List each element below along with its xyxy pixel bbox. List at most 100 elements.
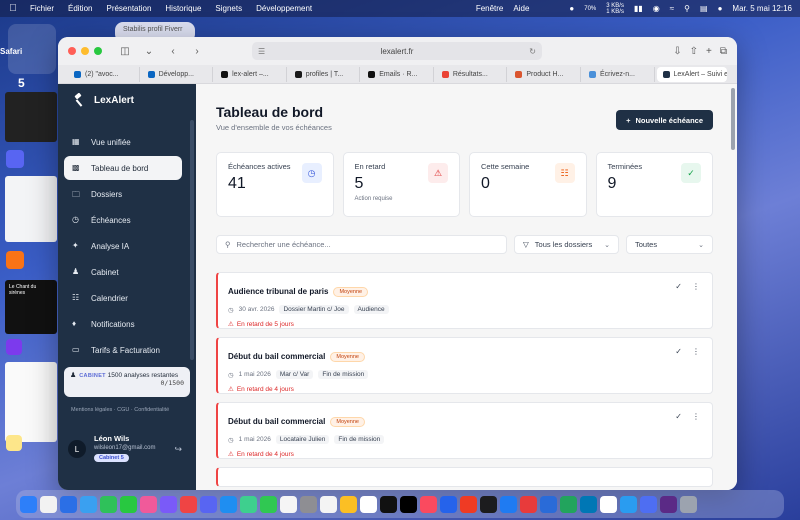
sidebar-item-tarifs-facturation[interactable]: ▭ Tarifs & Facturation xyxy=(64,338,182,362)
credits-card[interactable]: ♟ CABINET 1500 analyses restantes 0/1500 xyxy=(64,367,190,397)
complete-icon[interactable]: ✓ xyxy=(675,412,682,421)
complete-icon[interactable]: ✓ xyxy=(675,347,682,356)
browser-tab[interactable]: Product H... xyxy=(509,66,581,82)
sidebar-item-analyse-ia[interactable]: ✦ Analyse IA xyxy=(64,234,182,258)
sidebar-item-calendrier[interactable]: ☷ Calendrier xyxy=(64,286,182,310)
menu-signets[interactable]: Signets xyxy=(215,4,242,13)
notes-icon[interactable] xyxy=(6,435,22,451)
menu-fichier[interactable]: Fichier xyxy=(30,4,54,13)
mic-icon[interactable]: ◉ xyxy=(653,4,660,13)
dock-app-icon[interactable] xyxy=(400,495,417,513)
folder-chip[interactable]: Dossier Martin c/ Joe xyxy=(279,305,349,314)
browser-tab[interactable]: Développ... xyxy=(142,66,214,82)
dock-app-icon[interactable] xyxy=(560,495,577,513)
status-filter[interactable]: Toutes ⌄ xyxy=(626,235,713,254)
menu-edition[interactable]: Édition xyxy=(68,4,92,13)
new-deadline-button[interactable]: + Nouvelle échéance xyxy=(616,110,713,130)
dock-app-icon[interactable] xyxy=(160,495,177,513)
spotlight-icon[interactable]: ⚲ xyxy=(684,4,690,13)
stat-card[interactable]: Cette semaine 0 ☷ xyxy=(469,152,587,217)
forward-icon[interactable]: › xyxy=(188,43,206,59)
site-settings-icon[interactable]: ☰ xyxy=(258,47,265,56)
terminal-thumbnail[interactable] xyxy=(5,92,57,142)
back-icon[interactable]: ‹ xyxy=(164,43,182,59)
menu-aide[interactable]: Aide xyxy=(513,4,529,13)
dock-app-icon[interactable] xyxy=(60,495,77,513)
menu-historique[interactable]: Historique xyxy=(165,4,201,13)
stat-card[interactable]: Terminées 9 ✓ xyxy=(595,152,713,217)
browser-tab[interactable]: (2) "avoc... xyxy=(68,66,140,82)
dock-app-icon[interactable] xyxy=(300,495,317,513)
dock-app-icon[interactable] xyxy=(320,495,337,513)
document-thumbnail-2[interactable] xyxy=(5,362,57,442)
document-thumbnail[interactable] xyxy=(5,176,57,242)
folder-filter[interactable]: ▽ Tous les dossiers ⌄ xyxy=(514,235,619,254)
apple-icon[interactable]:  xyxy=(8,3,18,14)
menu-developpement[interactable]: Développement xyxy=(256,4,312,13)
browser-tab[interactable]: Résultats... xyxy=(436,66,508,82)
stat-card[interactable]: En retard 5 Action requise ⚠ xyxy=(342,152,460,217)
dock-app-icon[interactable] xyxy=(220,495,237,513)
more-icon[interactable]: ⋮ xyxy=(692,412,700,421)
sidebar-item-vue-unifi-e[interactable]: ▦ Vue unifiée xyxy=(64,130,182,154)
sidebar-item-cabinet[interactable]: ♟ Cabinet xyxy=(64,260,182,284)
dock-app-icon[interactable] xyxy=(460,495,477,513)
minimize-button[interactable] xyxy=(81,47,89,55)
battery-icon[interactable]: ▮▮ xyxy=(634,4,643,13)
dock-app-icon[interactable] xyxy=(420,495,437,513)
wifi-icon[interactable]: ≈ xyxy=(670,4,674,13)
address-text[interactable]: lexalert.fr xyxy=(381,47,414,56)
dock-app-icon[interactable] xyxy=(120,495,137,513)
chevron-down-icon[interactable]: ⌄ xyxy=(140,43,158,59)
dock-app-icon[interactable] xyxy=(380,495,397,513)
more-icon[interactable]: ⋮ xyxy=(692,282,700,291)
dock-app-icon[interactable] xyxy=(140,495,157,513)
dock-app-icon[interactable] xyxy=(360,495,377,513)
legal-links[interactable]: Mentions légales · CGU · Confidentialité xyxy=(71,407,169,413)
stat-card[interactable]: Échéances actives 41 ◷ xyxy=(216,152,334,217)
deadline-row[interactable]: Audience tribunal de paris Moyenne ◷ 30 a… xyxy=(216,272,713,329)
dock-app-icon[interactable] xyxy=(100,495,117,513)
app-icon-orange[interactable] xyxy=(6,251,24,269)
dock-app-icon[interactable] xyxy=(200,495,217,513)
browser-tab[interactable]: Écrivez-n... xyxy=(583,66,655,82)
dock-app-icon[interactable] xyxy=(480,495,497,513)
dock-app-icon[interactable] xyxy=(500,495,517,513)
app-menu-icon[interactable]: ● xyxy=(569,4,574,13)
sidebar-item-tableau-de-bord[interactable]: ▩ Tableau de bord xyxy=(64,156,182,180)
complete-icon[interactable]: ✓ xyxy=(675,282,682,291)
user-profile[interactable]: L Léon Wils wilsleon17@gmail.com Cabinet… xyxy=(68,434,186,462)
dock-app-icon[interactable] xyxy=(540,495,557,513)
download-icon[interactable]: ⇩ xyxy=(673,46,681,57)
search-input[interactable]: ⚲ Rechercher une échéance... xyxy=(216,235,507,254)
menu-fenetre[interactable]: Fenêtre xyxy=(476,4,504,13)
dock-app-icon[interactable] xyxy=(40,495,57,513)
dock-app-icon[interactable] xyxy=(620,495,637,513)
fullscreen-button[interactable] xyxy=(94,47,102,55)
brand[interactable]: LexAlert xyxy=(58,84,196,116)
deadline-row[interactable]: Début du bail commercial Moyenne ◷ 1 mai … xyxy=(216,337,713,394)
deadline-row[interactable] xyxy=(216,467,713,487)
logout-icon[interactable]: ↪ xyxy=(174,444,182,455)
siri-icon[interactable]: ● xyxy=(718,4,723,13)
dock-app-icon[interactable] xyxy=(280,495,297,513)
dock-app-icon[interactable] xyxy=(440,495,457,513)
app-icon-purple[interactable] xyxy=(6,339,22,355)
dock-app-icon[interactable] xyxy=(80,495,97,513)
dock-app-icon[interactable] xyxy=(20,495,37,513)
sidebar-item-notifications[interactable]: ♦ Notifications xyxy=(64,312,182,336)
dock-app-icon[interactable] xyxy=(600,495,617,513)
deadline-row[interactable]: Début du bail commercial Moyenne ◷ 1 mai … xyxy=(216,402,713,459)
sidebar-toggle-icon[interactable]: ◫ xyxy=(116,43,134,59)
menu-presentation[interactable]: Présentation xyxy=(106,4,151,13)
new-tab-icon[interactable]: + xyxy=(706,46,712,57)
sidebar-item-dossiers[interactable]: 🗀 Dossiers xyxy=(64,182,182,206)
close-button[interactable] xyxy=(68,47,76,55)
dock-app-icon[interactable] xyxy=(680,495,697,513)
tab-overview-icon[interactable]: ⧉ xyxy=(720,46,727,57)
browser-tab[interactable]: LexAlert – Suivi et g... xyxy=(656,66,728,82)
dock-app-icon[interactable] xyxy=(340,495,357,513)
reload-icon[interactable]: ↻ xyxy=(529,47,536,56)
discord-icon[interactable] xyxy=(6,150,24,168)
folder-chip[interactable]: Locataire Julien xyxy=(275,435,330,444)
